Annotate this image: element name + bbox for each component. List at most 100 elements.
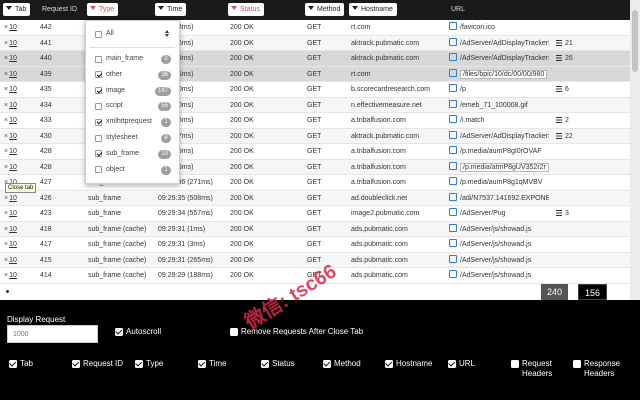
tab-link[interactable]: 10 [9, 117, 17, 124]
column-toggle-checkbox[interactable] [198, 360, 206, 368]
tab-link[interactable]: 10 [9, 164, 17, 171]
column-toggle-checkbox[interactable] [261, 360, 269, 368]
external-link-icon[interactable] [449, 130, 457, 139]
headers-cell[interactable]: 2 [556, 113, 569, 128]
tab-link[interactable]: 10 [9, 40, 17, 47]
external-link-icon[interactable] [449, 270, 457, 278]
gear-icon[interactable] [2, 286, 13, 297]
external-link-icon[interactable] [449, 223, 457, 232]
close-tab-icon[interactable]: × [4, 71, 8, 78]
tab-link[interactable]: 10 [9, 24, 17, 31]
tab-link[interactable]: 10 [9, 257, 17, 264]
type-option-sub-frame[interactable]: sub_frame 10 [95, 148, 175, 160]
type-option-main-frame[interactable]: main_frame 2 [95, 53, 175, 65]
tab-link[interactable]: 10 [9, 102, 17, 109]
external-link-icon[interactable] [449, 99, 457, 108]
column-toggle-checkbox[interactable] [72, 360, 80, 368]
type-option-image[interactable]: image 187 [95, 85, 175, 97]
column-toggle-checkbox[interactable] [9, 360, 17, 368]
close-tab-icon[interactable]: × [4, 24, 8, 31]
headers-cell[interactable]: 3 [556, 206, 569, 221]
headers-cell[interactable]: 22 [556, 129, 573, 144]
close-tab-icon[interactable]: × [4, 133, 8, 140]
close-tab-icon[interactable]: × [4, 210, 8, 217]
option-checkbox[interactable] [95, 71, 102, 79]
option-checkbox[interactable] [95, 87, 102, 95]
tab-link[interactable]: 10 [9, 148, 17, 155]
tab-link[interactable]: 10 [9, 195, 17, 202]
type-option-xmlhttprequest[interactable]: xmlhttprequest 1 [95, 116, 175, 128]
external-link-icon[interactable] [449, 254, 457, 263]
external-link-icon[interactable] [449, 146, 457, 154]
type-filter-all[interactable]: All [95, 28, 175, 40]
option-checkbox[interactable] [95, 102, 102, 110]
tab-link[interactable]: 10 [9, 86, 17, 93]
hostname-filter-button[interactable]: Hostname [349, 3, 397, 16]
column-toggle-checkbox[interactable] [323, 360, 331, 368]
close-tab-icon[interactable]: × [4, 55, 8, 62]
table-row[interactable]: ×10 423 sub_frame 09:29:34 (557ms) 200 OK GET… [0, 206, 630, 222]
external-link-icon[interactable] [449, 84, 457, 92]
time-filter-button[interactable]: Time [155, 3, 187, 16]
type-option-object[interactable]: object 1 [95, 164, 175, 176]
column-toggle-checkbox[interactable] [135, 360, 143, 368]
option-checkbox[interactable] [95, 55, 102, 63]
close-tab-icon[interactable]: × [4, 226, 8, 233]
external-link-icon[interactable] [449, 37, 457, 46]
close-tab-icon[interactable]: × [4, 195, 8, 202]
close-tab-icon[interactable]: × [4, 148, 8, 155]
tab-link[interactable]: 10 [9, 55, 17, 62]
headers-cell[interactable]: 6 [556, 82, 569, 97]
external-link-icon[interactable] [449, 208, 457, 216]
external-link-icon[interactable] [449, 68, 457, 77]
tab-link[interactable]: 10 [9, 133, 17, 140]
external-link-icon[interactable] [449, 161, 457, 170]
external-link-icon[interactable] [449, 192, 457, 201]
column-toggle-checkbox[interactable] [448, 360, 456, 368]
type-filter-button[interactable]: Type [87, 3, 119, 16]
external-link-icon[interactable] [449, 239, 457, 247]
table-row[interactable]: ×10 426 sub_frame 09:29:35 (508ms) 200 OK GET… [0, 190, 630, 206]
close-tab-icon[interactable]: × [4, 102, 8, 109]
status-filter-button[interactable]: Status [228, 3, 264, 16]
scrollbar-thumb[interactable] [632, 10, 638, 72]
close-tab-icon[interactable]: × [4, 40, 8, 47]
close-tab-icon[interactable]: × [4, 257, 8, 264]
type-option-stylesheet[interactable]: stylesheet 8 [95, 132, 175, 144]
close-tab-icon[interactable]: × [4, 86, 8, 93]
table-row[interactable]: ×10 418 sub_frame (cache) 09:29:31 (1ms) 200… [0, 221, 630, 237]
tab-link[interactable]: 10 [9, 226, 17, 233]
external-link-icon[interactable] [449, 177, 457, 185]
vertical-scrollbar[interactable] [630, 0, 640, 300]
option-checkbox[interactable] [95, 134, 102, 142]
remove-requests-checkbox[interactable] [230, 328, 238, 336]
option-checkbox[interactable] [95, 118, 102, 126]
tab-link[interactable]: 10 [9, 272, 17, 279]
external-link-icon[interactable] [449, 115, 457, 123]
autoscroll-checkbox[interactable] [115, 328, 123, 336]
trash-icon[interactable] [620, 286, 629, 297]
close-tab-icon[interactable]: × [4, 241, 8, 248]
external-link-icon[interactable] [449, 53, 457, 61]
option-checkbox[interactable] [95, 150, 102, 158]
tab-link[interactable]: 10 [9, 71, 17, 78]
display-request-input[interactable] [7, 325, 98, 343]
column-toggle-checkbox[interactable] [573, 360, 581, 368]
headers-cell[interactable]: 26 [556, 51, 573, 66]
close-tab-icon[interactable]: × [4, 164, 8, 171]
tab-filter-button[interactable]: Tab [3, 3, 31, 16]
column-toggle-checkbox[interactable] [385, 360, 393, 368]
external-link-icon[interactable] [449, 22, 457, 30]
column-toggle-checkbox[interactable] [511, 360, 519, 368]
close-tab-icon[interactable]: × [4, 272, 8, 279]
method-filter-button[interactable]: Method [305, 3, 345, 16]
table-row[interactable]: ×10 417 sub_frame (cache) 09:29:31 (3ms) 200… [0, 237, 630, 253]
headers-cell[interactable]: 21 [556, 36, 573, 51]
type-option-script[interactable]: script 55 [95, 100, 175, 112]
sort-icon[interactable] [165, 30, 170, 38]
tab-link[interactable]: 10 [9, 241, 17, 248]
close-tab-icon[interactable]: × [4, 117, 8, 124]
all-checkbox[interactable] [95, 30, 102, 38]
tab-link[interactable]: 10 [9, 210, 17, 217]
option-checkbox[interactable] [95, 166, 102, 174]
